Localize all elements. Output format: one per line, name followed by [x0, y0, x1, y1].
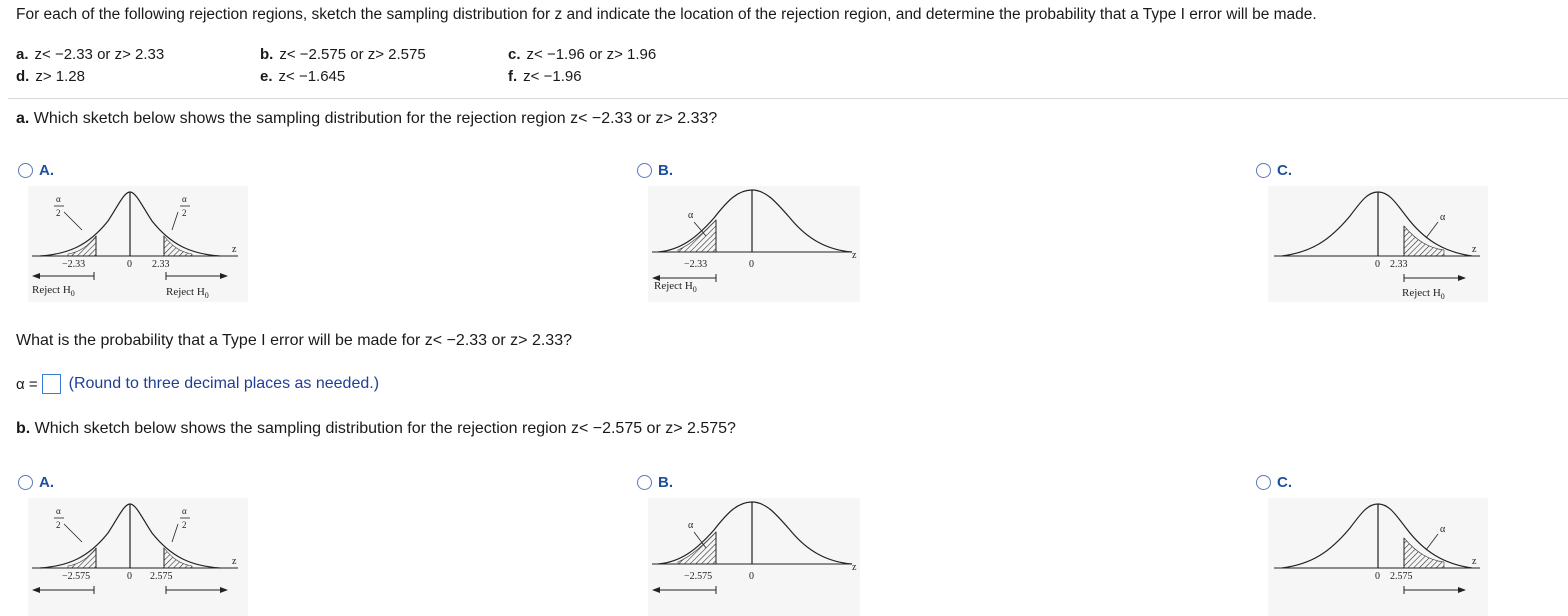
radio-button[interactable] [1256, 475, 1271, 490]
tick-neg: −2.575 [684, 571, 712, 582]
alpha-label: α [688, 210, 694, 221]
reject-right: Reject H0 [166, 286, 209, 300]
sketch-b-A: α 2 α 2 z −2.575 0 2.575 [28, 498, 248, 616]
sketch-a-C: α z 0 2.33 Reject H0 [1268, 186, 1488, 302]
option-a-C[interactable]: C. [1256, 162, 1292, 179]
alpha-label: α [1440, 524, 1446, 535]
alpha-half-left-num: α [56, 194, 61, 204]
tick-pos: 2.33 [152, 259, 170, 270]
alpha-half-left-num: α [56, 506, 61, 516]
alpha-answer-input[interactable] [41, 374, 61, 394]
reject-left: Reject H0 [654, 280, 697, 294]
radio-button[interactable] [637, 475, 652, 490]
axis-z-label: z [1472, 244, 1477, 255]
axis-z-label: z [852, 562, 857, 573]
round-hint: (Round to three decimal places as needed… [68, 375, 380, 392]
part-a: a. z< −2.33 or z> 2.33 [16, 46, 165, 63]
radio-button[interactable] [18, 475, 33, 490]
alpha-half-right-den: 2 [182, 208, 187, 218]
alpha-half-right-den: 2 [182, 520, 187, 530]
divider [8, 98, 1568, 99]
part-d: d. z> 1.28 [16, 68, 85, 85]
alpha-label: α [688, 520, 694, 531]
tick-neg: −2.33 [684, 259, 707, 270]
option-b-B[interactable]: B. [637, 474, 673, 491]
alpha-label: α [1440, 212, 1446, 223]
axis-z-label: z [232, 244, 237, 255]
radio-button[interactable] [1256, 163, 1271, 178]
option-b-C[interactable]: C. [1256, 474, 1292, 491]
alpha-half-left-den: 2 [56, 520, 61, 530]
answer-row: α = (Round to three decimal places as ne… [16, 374, 379, 394]
tick-zero: 0 [1375, 571, 1380, 582]
intro-text: For each of the following rejection regi… [16, 6, 1317, 23]
tick-pos: 2.575 [1390, 571, 1413, 582]
radio-button[interactable] [18, 163, 33, 178]
tick-zero: 0 [1375, 259, 1380, 270]
option-a-B[interactable]: B. [637, 162, 673, 179]
option-a-A[interactable]: A. [18, 162, 54, 179]
radio-button[interactable] [637, 163, 652, 178]
tick-zero: 0 [127, 571, 132, 582]
alpha-label: α = [16, 375, 38, 393]
tick-pos: 2.575 [150, 571, 173, 582]
part-b: b. z< −2.575 or z> 2.575 [260, 46, 426, 63]
axis-z-label: z [852, 250, 857, 261]
alpha-half-left-den: 2 [56, 208, 61, 218]
question-b: b. Which sketch below shows the sampling… [16, 420, 736, 437]
question-a: a. Which sketch below shows the sampling… [16, 110, 718, 127]
option-b-A[interactable]: A. [18, 474, 54, 491]
axis-z-label: z [1472, 556, 1477, 567]
part-f: f. z< −1.96 [508, 68, 582, 85]
sketch-a-B: α z −2.33 0 Reject H0 [648, 186, 860, 302]
alpha-half-right-num: α [182, 194, 187, 204]
sketch-a-A: α 2 α 2 z −2.33 0 2.33 Reject H0 Reject … [28, 186, 248, 302]
part-c: c. z< −1.96 or z> 1.96 [508, 46, 657, 63]
sketch-b-B: α z −2.575 0 [648, 498, 860, 616]
tick-neg: −2.575 [62, 571, 90, 582]
tick-zero: 0 [749, 571, 754, 582]
tick-neg: −2.33 [62, 259, 85, 270]
tick-zero: 0 [127, 259, 132, 270]
reject-left: Reject H0 [32, 284, 75, 298]
axis-z-label: z [232, 556, 237, 567]
alpha-half-right-num: α [182, 506, 187, 516]
tick-pos: 2.33 [1390, 259, 1408, 270]
sketch-b-C: α z 0 2.575 [1268, 498, 1488, 616]
part-e: e. z< −1.645 [260, 68, 346, 85]
reject-right: Reject H0 [1402, 287, 1445, 301]
tick-zero: 0 [749, 259, 754, 270]
probability-question: What is the probability that a Type I er… [16, 332, 572, 349]
